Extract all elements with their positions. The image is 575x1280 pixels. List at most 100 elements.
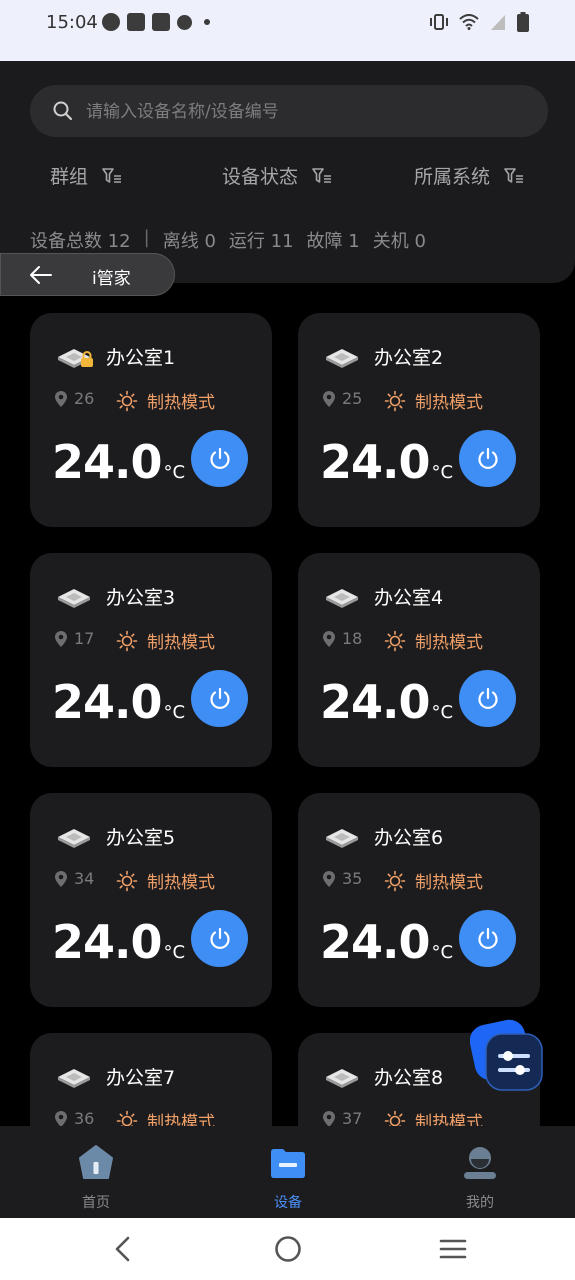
nav-home[interactable]: 首页 xyxy=(36,1126,156,1218)
device-name: 办公室3 xyxy=(106,587,176,609)
floating-back-label: i管家 xyxy=(92,269,131,289)
location-pin-icon xyxy=(55,390,67,407)
sun-icon xyxy=(384,870,406,891)
location-number: 25 xyxy=(342,389,363,408)
dot-icon xyxy=(204,19,210,25)
temperature-value: 24.0 xyxy=(320,915,430,969)
device-location: 17 xyxy=(54,629,94,648)
location-number: 34 xyxy=(74,869,95,888)
filter-icon xyxy=(504,167,524,183)
ceiling-ac-icon xyxy=(322,345,362,375)
temperature-unit: °C xyxy=(163,942,186,963)
power-button[interactable] xyxy=(191,670,248,727)
folder-icon xyxy=(271,1149,305,1178)
temperature-unit: °C xyxy=(163,462,186,483)
temperature-unit: °C xyxy=(163,702,186,723)
wifi-icon xyxy=(459,14,479,30)
location-pin-icon xyxy=(323,390,335,407)
notification-icons xyxy=(102,13,210,31)
power-icon xyxy=(209,447,230,469)
ceiling-ac-icon xyxy=(54,1065,94,1095)
temperature-display: 24.0°C xyxy=(52,919,185,965)
filter-panel: 群组 设备状态 所属系统 设备总数 12 | 离线 0 运行 11 故障 1 关… xyxy=(0,61,575,283)
power-button[interactable] xyxy=(459,430,516,487)
nav-label: 首页 xyxy=(82,1195,110,1211)
vibrate-icon xyxy=(430,14,448,30)
temperature-value: 24.0 xyxy=(52,435,162,489)
menu-icon[interactable] xyxy=(439,1233,467,1265)
bottom-navigation: 首页 设备 我的 xyxy=(0,1126,575,1218)
power-icon xyxy=(477,687,498,709)
power-button[interactable] xyxy=(459,910,516,967)
status-bar: 15:04 xyxy=(0,0,575,61)
status-time: 15:04 xyxy=(46,12,98,33)
location-number: 26 xyxy=(74,389,95,408)
temperature-unit: °C xyxy=(431,942,454,963)
search-bar[interactable] xyxy=(30,85,548,137)
floating-control-button[interactable] xyxy=(469,1018,544,1092)
temperature-display: 24.0°C xyxy=(320,439,453,485)
device-name: 办公室5 xyxy=(106,827,176,849)
mail-icon xyxy=(152,13,170,31)
search-icon xyxy=(53,101,73,121)
power-button[interactable] xyxy=(191,430,248,487)
power-icon xyxy=(209,927,230,949)
filter-system[interactable]: 所属系统 xyxy=(414,162,524,189)
back-icon[interactable] xyxy=(110,1233,134,1265)
filter-device-status[interactable]: 设备状态 xyxy=(222,162,332,189)
battery-icon xyxy=(517,12,529,32)
speedometer-icon xyxy=(102,13,120,31)
ceiling-ac-icon xyxy=(322,585,362,615)
filter-label: 群组 xyxy=(50,166,89,188)
device-mode: 制热模式 xyxy=(384,868,483,893)
device-card[interactable]: 办公室1 26 制热模式 24.0 °C xyxy=(30,313,272,527)
home-circle-icon[interactable] xyxy=(273,1233,303,1265)
sliders-icon xyxy=(469,1019,543,1091)
signal-icon xyxy=(491,15,505,30)
device-card[interactable]: 办公室2 25 制热模式 24.0 °C xyxy=(298,313,540,527)
stat-fault: 故障 1 xyxy=(306,231,360,252)
temperature-value: 24.0 xyxy=(320,435,430,489)
mode-label: 制热模式 xyxy=(415,393,483,413)
device-location: 25 xyxy=(322,389,362,408)
filter-group[interactable]: 群组 xyxy=(50,162,122,189)
temperature-display: 24.0°C xyxy=(320,679,453,725)
location-pin-icon xyxy=(55,1110,67,1127)
device-card[interactable]: 办公室5 34 制热模式 24.0 °C xyxy=(30,793,272,1007)
floating-back-button[interactable]: i管家 xyxy=(0,253,175,296)
device-mode: 制热模式 xyxy=(116,868,215,893)
ceiling-ac-icon xyxy=(54,585,94,615)
stat-offline: 离线 0 xyxy=(162,231,216,252)
device-name: 办公室2 xyxy=(374,347,444,369)
device-card[interactable]: 办公室3 17 制热模式 24.0 °C xyxy=(30,553,272,767)
power-icon xyxy=(477,447,498,469)
temperature-value: 24.0 xyxy=(52,675,162,729)
stat-running: 运行 11 xyxy=(228,231,294,252)
nav-label: 我的 xyxy=(466,1195,494,1211)
device-location: 34 xyxy=(54,869,94,888)
stat-total: 设备总数 12 xyxy=(30,231,131,252)
system-navigation-bar xyxy=(0,1218,575,1280)
device-mode: 制热模式 xyxy=(116,388,215,413)
nav-profile[interactable]: 我的 xyxy=(420,1126,540,1218)
device-location: 18 xyxy=(322,629,362,648)
search-input[interactable] xyxy=(84,93,528,131)
sun-icon xyxy=(116,630,138,651)
device-name: 办公室6 xyxy=(374,827,444,849)
mode-label: 制热模式 xyxy=(147,633,215,653)
location-pin-icon xyxy=(55,630,67,647)
filter-icon xyxy=(102,167,122,183)
device-mode: 制热模式 xyxy=(384,628,483,653)
device-card[interactable]: 办公室6 35 制热模式 24.0 °C xyxy=(298,793,540,1007)
shield-icon xyxy=(177,14,192,30)
filter-label: 所属系统 xyxy=(414,166,491,188)
mail-icon xyxy=(127,13,145,31)
device-mode: 制热模式 xyxy=(384,388,483,413)
nav-devices[interactable]: 设备 xyxy=(228,1126,348,1218)
sun-icon xyxy=(384,630,406,651)
power-button[interactable] xyxy=(459,670,516,727)
power-button[interactable] xyxy=(191,910,248,967)
device-card[interactable]: 办公室4 18 制热模式 24.0 °C xyxy=(298,553,540,767)
location-pin-icon xyxy=(55,870,67,887)
mode-label: 制热模式 xyxy=(147,393,215,413)
